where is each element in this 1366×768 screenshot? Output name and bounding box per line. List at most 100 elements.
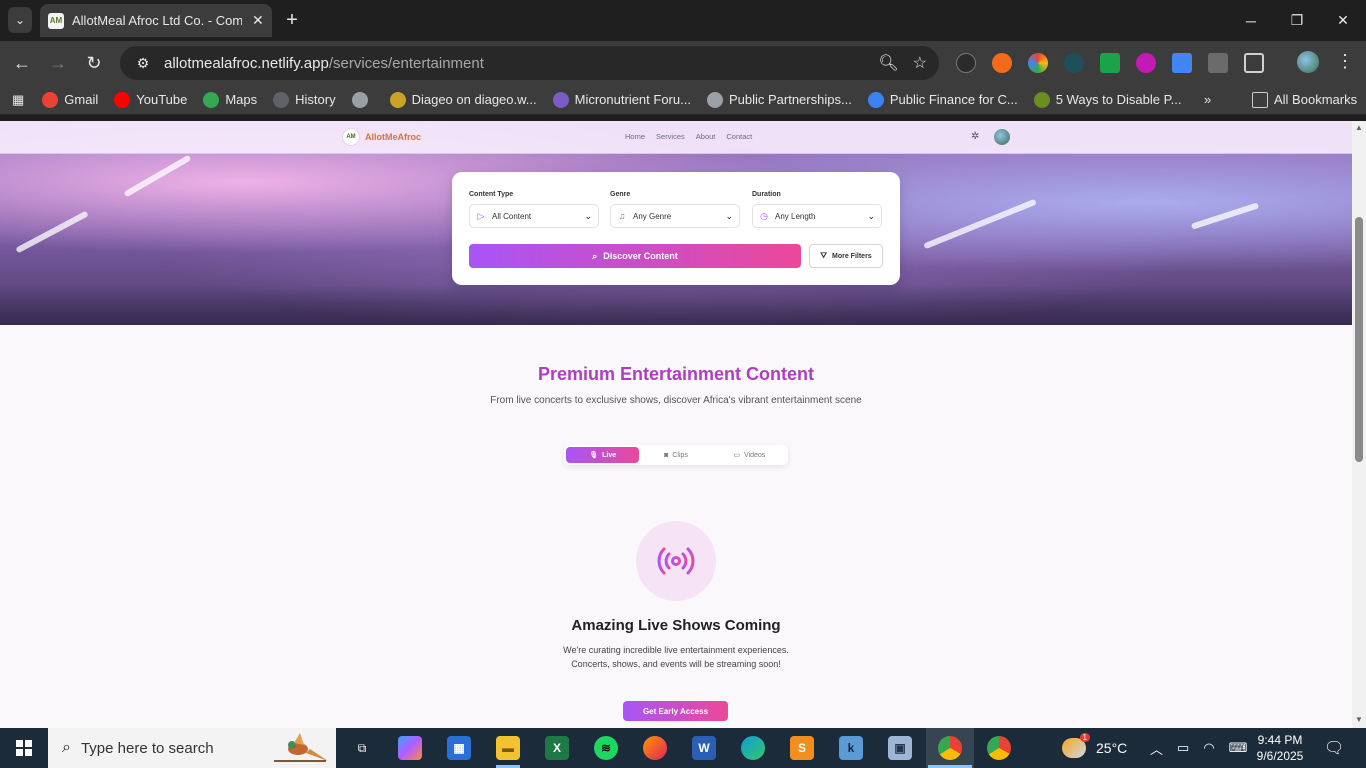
all-bookmarks-folder[interactable]: All Bookmarks	[1252, 91, 1358, 108]
site-header: AM AllotMeAfroc Home Services About Cont…	[0, 121, 1352, 154]
more-bookmarks-chevron-icon[interactable]: »	[1204, 92, 1211, 107]
tab-live[interactable]: 🎙︎ Live	[566, 447, 640, 463]
windows-start-icon[interactable]	[0, 728, 48, 768]
all-bookmarks-label: All Bookmarks	[1274, 92, 1358, 107]
tab-videos[interactable]: ▭ Videos	[713, 447, 786, 463]
forward-arrow-icon[interactable]: →	[46, 51, 70, 75]
content-type-select[interactable]: ▷ All Content ⌄	[469, 204, 599, 228]
zoom-magnifier-icon[interactable]: 🔍︎	[878, 53, 898, 73]
restore-window-icon[interactable]: ❐	[1274, 0, 1320, 41]
keyboard-icon[interactable]: ⌨	[1229, 740, 1248, 756]
bookmark-label: Micronutrient Foru...	[574, 92, 691, 107]
new-tab-plus-icon[interactable]: +	[280, 8, 304, 32]
bookmark-label: Diageo on diageo.w...	[411, 92, 537, 107]
coming-soon-title: Amazing Live Shows Coming	[571, 617, 781, 634]
genre-value: Any Genre	[633, 211, 672, 221]
sublime-text-icon[interactable]: S	[790, 736, 814, 760]
duration-select[interactable]: ◷ Any Length ⌄	[752, 204, 882, 228]
task-view-icon[interactable]: ⧉	[350, 736, 374, 760]
scroll-up-arrow-icon[interactable]: ▲	[1355, 123, 1363, 132]
more-filters-label: More Filters	[832, 252, 872, 260]
apps-grid-icon[interactable]: ▦	[12, 92, 24, 108]
user-avatar[interactable]	[994, 129, 1010, 145]
nav-home[interactable]: Home	[625, 132, 645, 141]
weather-widget[interactable]: 1 25°C	[1062, 728, 1127, 768]
extension-pink-icon[interactable]	[1136, 53, 1156, 73]
url-host: allotmealafroc.netlify.app	[164, 54, 329, 72]
tab-close-icon[interactable]: ✕	[252, 12, 264, 29]
youtube-icon	[114, 91, 131, 108]
tray-overflow-chevron-icon[interactable]: ︿	[1150, 739, 1163, 758]
firefox-icon[interactable]	[643, 736, 667, 760]
active-tab[interactable]: AM AllotMeal Afroc Ltd Co. - Comp ✕	[40, 4, 272, 37]
site-nav: Home Services About Contact	[625, 132, 752, 141]
remote-desktop-icon[interactable]: ▣	[888, 736, 912, 760]
tab-clips-label: Clips	[672, 451, 688, 459]
site-favicon-icon: AM	[48, 12, 64, 29]
globe-icon	[351, 91, 368, 108]
genre-select[interactable]: ♫ Any Genre ⌄	[610, 204, 740, 228]
address-bar[interactable]: ⚙ allotmealafroc.netlify.app/services/en…	[120, 46, 939, 80]
bookmark-star-icon[interactable]: ☆	[913, 53, 927, 73]
page-scrollbar[interactable]: ▲ ▼	[1352, 121, 1366, 728]
extension-vd-icon[interactable]	[956, 53, 976, 73]
extension-color-picker-icon[interactable]	[1028, 53, 1048, 73]
chrome-profile-icon[interactable]	[987, 736, 1011, 760]
edge-icon[interactable]	[741, 736, 765, 760]
close-window-icon[interactable]: ✕	[1320, 0, 1366, 41]
copilot-icon[interactable]	[398, 736, 422, 760]
extension-orange-icon[interactable]	[992, 53, 1012, 73]
word-icon[interactable]: W	[692, 736, 716, 760]
bookmark-item[interactable]	[351, 91, 374, 108]
scrollbar-thumb[interactable]	[1355, 217, 1363, 462]
scroll-down-arrow-icon[interactable]: ▼	[1355, 715, 1363, 724]
nav-contact[interactable]: Contact	[726, 132, 752, 141]
notifications-icon[interactable]: 🗨︎	[1324, 728, 1344, 768]
reload-icon[interactable]: ↻	[82, 51, 106, 75]
page-viewport: AM AllotMeAfroc Home Services About Cont…	[0, 121, 1352, 728]
taskbar-clock[interactable]: 9:44 PM 9/6/2025	[1248, 732, 1312, 764]
theme-toggle-sun-icon[interactable]: ✲	[971, 131, 979, 142]
site-logo[interactable]: AM AllotMeAfroc	[342, 128, 421, 146]
wifi-icon[interactable]: ◠	[1203, 740, 1214, 756]
bookmark-item[interactable]: Micronutrient Foru...	[552, 91, 691, 108]
clock-time: 9:44 PM	[1257, 733, 1303, 747]
tab-clips[interactable]: ◙ Clips	[639, 447, 712, 463]
extension-dark-icon[interactable]	[1064, 53, 1084, 73]
url-text[interactable]: allotmealafroc.netlify.app/services/ente…	[164, 55, 484, 72]
spotify-icon[interactable]: ≋	[594, 736, 618, 760]
profile-avatar[interactable]	[1297, 51, 1319, 73]
bookmark-item[interactable]: History	[273, 91, 336, 108]
bookmark-item[interactable]: 5 Ways to Disable P...	[1033, 91, 1181, 108]
klack-k-icon[interactable]: k	[839, 736, 863, 760]
browser-menu-kebab-icon[interactable]: ⋮	[1336, 51, 1354, 72]
file-explorer-icon[interactable]: ▬	[496, 736, 520, 760]
excel-icon[interactable]: X	[545, 736, 569, 760]
bookmark-item[interactable]: Diageo on diageo.w...	[389, 91, 537, 108]
extensions-puzzle-icon[interactable]	[1244, 53, 1264, 73]
back-arrow-icon[interactable]: ←	[10, 51, 34, 75]
bookmark-item[interactable]: Public Finance for C...	[867, 91, 1018, 108]
extension-copy-icon[interactable]	[1208, 53, 1228, 73]
more-filters-button[interactable]: ⛛ More Filters	[809, 244, 883, 268]
bookmark-item[interactable]: YouTube	[114, 91, 187, 108]
discover-content-button[interactable]: ⌕ Discover Content	[469, 244, 801, 268]
microsoft-store-icon[interactable]: ▦	[447, 736, 471, 760]
nav-services[interactable]: Services	[656, 132, 685, 141]
taskbar-search-box[interactable]: ⌕ Type here to search	[48, 728, 336, 768]
bookmark-item[interactable]: Gmail	[42, 91, 98, 108]
minimize-window-icon[interactable]: ─	[1228, 0, 1274, 41]
battery-icon[interactable]: ▭	[1177, 740, 1189, 756]
nav-about[interactable]: About	[696, 132, 716, 141]
extension-translate-icon[interactable]	[1172, 53, 1192, 73]
extension-download-icon[interactable]	[1100, 53, 1120, 73]
gmail-icon	[42, 91, 59, 108]
bookmark-item[interactable]: Maps	[203, 91, 257, 108]
site-info-tune-icon[interactable]: ⚙	[128, 55, 158, 72]
get-early-access-button[interactable]: Get Early Access	[623, 701, 728, 721]
tab-search-chevron-icon[interactable]: ⌄	[8, 7, 32, 33]
duration-label: Duration	[752, 191, 781, 198]
chrome-icon[interactable]	[938, 736, 962, 760]
bookmark-item[interactable]: Public Partnerships...	[706, 91, 852, 108]
tab-videos-label: Videos	[743, 451, 766, 459]
